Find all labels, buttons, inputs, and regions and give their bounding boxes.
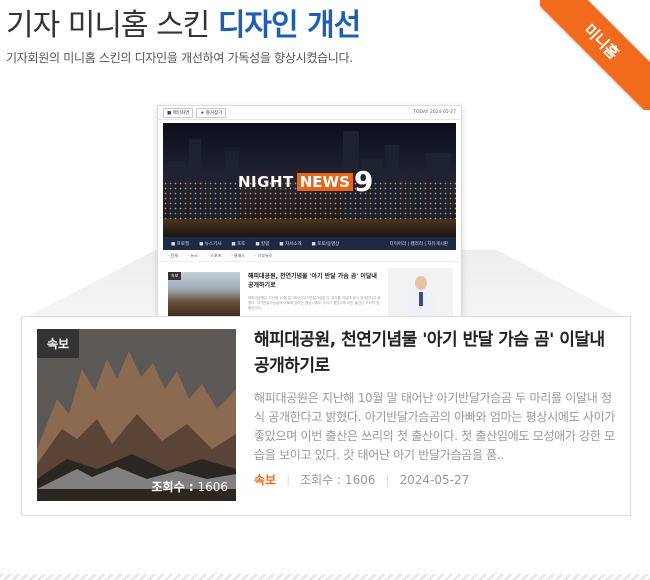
preview-date: TODAY 2024-05-27 (413, 110, 456, 115)
meta-divider: | (385, 472, 390, 487)
article-category[interactable]: 속보 (254, 471, 276, 488)
logo-part-nine: 9 (353, 165, 374, 198)
views-overlay-value: 1606 (197, 480, 228, 494)
article-card[interactable]: 속보 조회수 : 1606 해피대공원, 천연기념물 '아기 반달 가슴 곰' … (21, 316, 631, 516)
preview-nav-item[interactable]: ■ 포토/동영상 (312, 241, 340, 247)
page-title: 기자 미니홈 스킨 디자인 개선 (6, 0, 361, 44)
bottom-stripe (0, 574, 650, 580)
preview-nav-right[interactable]: 다이어리 | 캘러리 | 자유게시판 (390, 241, 448, 247)
preview-nav-item[interactable]: ■ 칼럼 (255, 241, 269, 247)
breaking-badge: 속보 (37, 329, 80, 358)
page-subtitle: 기자회원의 미니홈 스킨의 디자인을 개선하여 가독성을 향상시켰습니다. (6, 51, 353, 65)
preview-nav-item[interactable]: ■ 포토 (231, 241, 245, 247)
logo-part-news: NEWS (296, 172, 353, 191)
meta-divider: | (286, 472, 291, 487)
article-headline[interactable]: 해피대공원, 천연기념물 '아기 반달 가슴 곰' 이달내 공개하기로 (254, 327, 624, 379)
corner-ribbon: 미니홈 (540, 0, 650, 110)
views-overlay-label: 조회수 : (151, 480, 194, 494)
preview-subnav-item[interactable]: · 전체 (168, 253, 178, 259)
preview-subnav-item[interactable]: · 뉴스 (188, 253, 198, 259)
site-preview: ■ 메인화면 ★ 즐겨찾기 TODAY 2024-05-27 NIGHT NEW… (157, 105, 462, 335)
preview-subnav: · 전체 · 뉴스 · 스포츠 · 클래스 · 기부뉴스 (158, 250, 461, 262)
preview-subnav-item[interactable]: · 클래스 (231, 253, 245, 259)
preview-topbar: ■ 메인화면 ★ 즐겨찾기 TODAY 2024-05-27 (158, 106, 461, 120)
preview-hero-banner: NIGHT NEWS 9 (163, 123, 456, 237)
article-views: 조회수 : 1606 (300, 473, 376, 487)
preview-subnav-item[interactable]: · 스포츠 (208, 253, 222, 259)
title-accent: 디자인 개선 (217, 8, 361, 43)
preview-subnav-item[interactable]: · 기부뉴스 (255, 253, 272, 259)
preview-nav-item[interactable]: ■ 자서소개 (279, 241, 301, 247)
title-plain: 기자 미니홈 스킨 (6, 8, 210, 43)
river-reflection (163, 219, 456, 237)
article-date: 2024-05-27 (399, 472, 470, 487)
logo-part-night: NIGHT (238, 172, 294, 191)
views-overlay: 조회수 : 1606 (152, 478, 228, 495)
preview-article-title: 해피대공원, 천연기념물 '아기 반달 가슴 곰' 이달내 공개하기로 (248, 273, 377, 289)
preview-nav-item[interactable]: ■ 프로필 (171, 241, 189, 247)
preview-navbar: ■ 프로필 ■ 뉴스기사 ■ 포토 ■ 칼럼 ■ 자서소개 ■ 포토/동영상 다… (163, 237, 456, 250)
article-thumbnail[interactable]: 속보 조회수 : 1606 (37, 329, 236, 501)
preview-bookmark-button[interactable]: ★ 즐겨찾기 (196, 107, 227, 118)
preview-logo[interactable]: NIGHT NEWS 9 (238, 165, 373, 198)
article-meta: 속보 | 조회수 : 1606 | 2024-05-27 (254, 471, 469, 488)
article-summary: 해피대공원은 지난해 10월 말 태어난 아기반달가슴곰 두 마리를 이달내 정… (254, 391, 616, 462)
preview-badge: 속보 (168, 272, 182, 280)
preview-article-thumbnail: 속보 (168, 272, 240, 322)
preview-home-button[interactable]: ■ 메인화면 (163, 107, 194, 118)
ribbon-label: 미니홈 (540, 0, 650, 110)
preview-nav-item[interactable]: ■ 뉴스기사 (199, 241, 221, 247)
